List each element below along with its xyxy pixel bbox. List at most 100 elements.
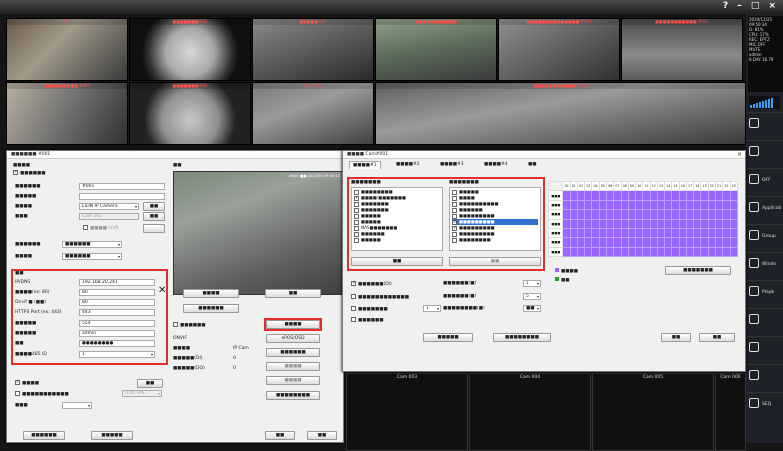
schedule-cell[interactable]: [722, 246, 731, 258]
schedule-cell[interactable]: [664, 227, 673, 239]
schedule-cell[interactable]: [729, 218, 739, 229]
check-b[interactable]: ■■■■■■■■■■■: [15, 391, 69, 397]
schedule-cell[interactable]: [649, 246, 658, 258]
schedule-cell[interactable]: [605, 190, 615, 201]
schedule-cell[interactable]: [707, 218, 717, 229]
nvr-button[interactable]: [143, 224, 165, 233]
schedule-cell[interactable]: [656, 227, 666, 239]
schedule-cell[interactable]: [562, 199, 571, 211]
cancel-button[interactable]: ■■: [699, 333, 735, 342]
cancel-button[interactable]: ■■: [307, 431, 337, 440]
schedule-cell[interactable]: [729, 199, 739, 211]
select-button[interactable]: ■■: [351, 257, 443, 266]
schedule-cell[interactable]: [584, 218, 593, 229]
schedule-cell[interactable]: [678, 209, 687, 220]
window-controls[interactable]: ? – □ ×: [723, 1, 779, 11]
schedule-cell[interactable]: [729, 209, 739, 220]
seq-button[interactable]: SEQ: [746, 392, 783, 420]
clear-button[interactable]: ■■: [449, 257, 541, 266]
footer-button[interactable]: ■■■■■■: [23, 431, 65, 440]
schedule-cell[interactable]: [656, 218, 666, 229]
ptz-select[interactable]: [62, 402, 92, 409]
schedule-cell[interactable]: [693, 227, 702, 239]
schedule-cell[interactable]: [664, 237, 673, 248]
schedule-cell[interactable]: [613, 246, 622, 258]
schedule-cell[interactable]: [722, 209, 731, 220]
schedule-cell[interactable]: [591, 237, 600, 248]
ok-button[interactable]: ■■: [265, 431, 295, 440]
schedule-cell[interactable]: [671, 227, 680, 239]
schedule-cell[interactable]: [613, 218, 622, 229]
event-button[interactable]: ■■■■: [266, 320, 320, 329]
schedule-cell[interactable]: [693, 199, 702, 211]
brand-select[interactable]: LILIN IP Camera: [79, 203, 139, 210]
schedule-cell[interactable]: [562, 246, 571, 258]
schedule-cell[interactable]: [598, 218, 608, 229]
schedule-cell[interactable]: [591, 199, 600, 211]
schedule-cell[interactable]: [635, 246, 644, 258]
schedule-cell[interactable]: [627, 246, 637, 258]
right-opt-select[interactable]: ■■: [523, 305, 541, 312]
mid-button[interactable]: ■■■■: [183, 289, 239, 298]
camera-name-input[interactable]: #001: [79, 183, 165, 190]
schedule-cell[interactable]: [620, 227, 629, 239]
schedule-cell[interactable]: [656, 209, 666, 220]
schedule-cell[interactable]: [620, 199, 629, 211]
mid-button[interactable]: ■■■■: [266, 376, 320, 385]
enable-checkbox[interactable]: ■■■■■■: [13, 169, 46, 176]
schedule-cell[interactable]: [620, 190, 629, 201]
schedule-cell[interactable]: [678, 190, 687, 201]
schedule-cell[interactable]: [584, 199, 593, 211]
tab-1[interactable]: ■■■■#1: [349, 161, 381, 169]
schedule-cell[interactable]: [671, 199, 680, 211]
https-port-input[interactable]: 443: [79, 309, 155, 316]
schedule-cell[interactable]: [598, 227, 608, 239]
right-opt-select[interactable]: 5: [523, 293, 541, 300]
auto-checkbox[interactable]: ■■■■■■: [173, 322, 206, 328]
schedule-cell[interactable]: [627, 237, 637, 248]
schedule-cell[interactable]: [584, 246, 593, 258]
schedule-cell[interactable]: [605, 246, 615, 258]
schedule-cell[interactable]: [620, 237, 629, 248]
footer-button[interactable]: ■■■■■: [91, 431, 133, 440]
schedule-cell[interactable]: [714, 246, 724, 258]
schedule-cell[interactable]: [584, 227, 593, 239]
user-button[interactable]: [746, 308, 783, 336]
schedule-cell[interactable]: [620, 246, 629, 258]
schedule-cell[interactable]: [576, 199, 586, 211]
camera-tile[interactable]: Cam 001: [252, 82, 374, 145]
camera-tile[interactable]: 001: [6, 18, 128, 81]
camera-tile[interactable]: ■■■■■■■■■ #001: [6, 82, 128, 145]
username-input[interactable]: admin: [79, 330, 155, 337]
schedule-cell[interactable]: [649, 218, 658, 229]
schedule-cell[interactable]: [707, 237, 717, 248]
schedule-cell[interactable]: [707, 227, 717, 239]
schedule-cell[interactable]: [714, 237, 724, 248]
schedule-cell[interactable]: [620, 218, 629, 229]
schedule-cell[interactable]: [642, 227, 651, 239]
stream-select[interactable]: ■■■■■■: [62, 241, 122, 248]
schedule-cell[interactable]: [627, 227, 637, 239]
rtsp-port-input[interactable]: 554: [79, 320, 155, 327]
schedule-cell[interactable]: [700, 199, 709, 211]
schedule-cell[interactable]: [591, 209, 600, 220]
schedule-cell[interactable]: [642, 246, 651, 258]
schedule-cell[interactable]: [685, 227, 695, 239]
list-item[interactable]: ■■■■■: [354, 237, 440, 243]
schedule-cell[interactable]: [598, 246, 608, 258]
onoff-button[interactable]: OFF: [746, 168, 783, 196]
nvr-checkbox[interactable]: ■■■■ LIVR: [83, 225, 118, 231]
schedule-cell[interactable]: [642, 209, 651, 220]
schedule-cell[interactable]: [562, 209, 571, 220]
schedule-cell[interactable]: [664, 209, 673, 220]
event-action-list[interactable]: ■■■■■ ■■■■ ■■■■■■■■■■ ■■■■■■ ■■■■■■■■■ ■…: [449, 187, 541, 251]
camera-tile[interactable]: ■■■■■ 001: [252, 18, 374, 81]
mid-button[interactable]: ■■■■■■: [183, 304, 239, 313]
schedule-cell[interactable]: [685, 246, 695, 258]
ok-button[interactable]: ■■: [661, 333, 691, 342]
schedule-cell[interactable]: [613, 190, 622, 201]
mid-button[interactable]: ■■■■: [266, 362, 320, 371]
schedule-cell[interactable]: [671, 237, 680, 248]
schedule-cell[interactable]: [569, 246, 578, 258]
schedule-cell[interactable]: [569, 237, 578, 248]
